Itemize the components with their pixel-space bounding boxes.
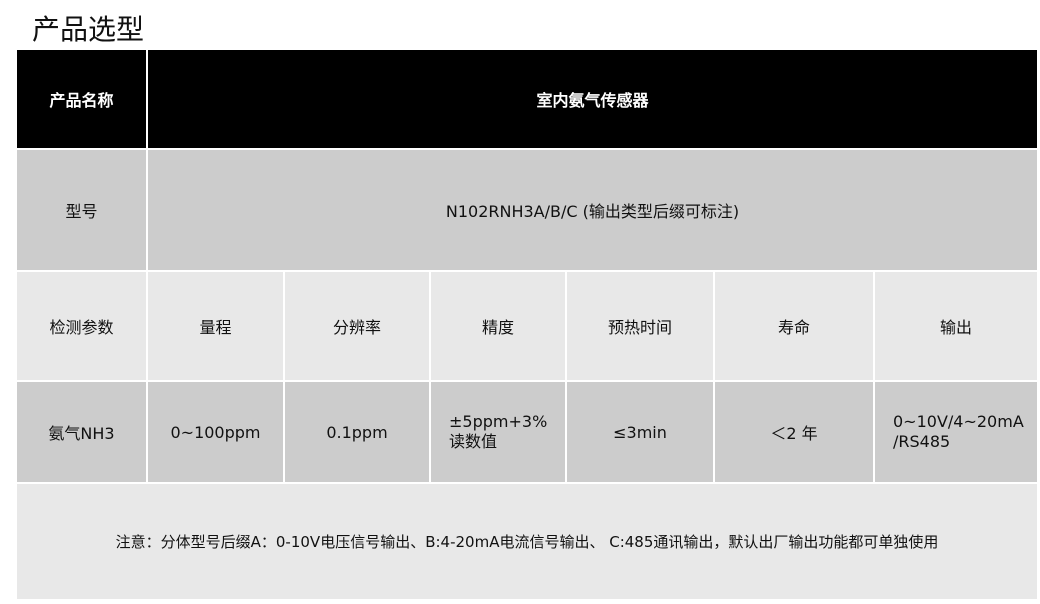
product-selection-table: 产品名称 室内氨气传感器 型号 N102RNH3A/B/C (输出类型后缀可标注… bbox=[14, 48, 1040, 601]
model-value: N102RNH3A/B/C (输出类型后缀可标注) bbox=[145, 148, 1040, 272]
model-label: 型号 bbox=[15, 148, 148, 272]
param-header-accuracy: 精度 bbox=[429, 270, 567, 382]
warmup-value: ≤3min bbox=[565, 380, 715, 484]
accuracy-line2: 读数值 bbox=[449, 432, 498, 451]
product-name-label: 产品名称 bbox=[15, 48, 148, 150]
page-title: 产品选型 bbox=[32, 13, 145, 46]
resolution-value: 0.1ppm bbox=[283, 380, 431, 484]
param-header-warmup: 预热时间 bbox=[565, 270, 715, 382]
output-value: 0~10V/4~20mA /RS485 bbox=[872, 380, 1040, 484]
table-row: 检测参数 量程 分辨率 精度 预热时间 寿命 输出 bbox=[15, 270, 1040, 382]
table-row: 氨气NH3 0~100ppm 0.1ppm ±5ppm+3% 读数值 ≤3min… bbox=[15, 380, 1040, 484]
param-header-life: 寿命 bbox=[713, 270, 875, 382]
gas-label: 氨气NH3 bbox=[15, 380, 148, 484]
range-value: 0~100ppm bbox=[146, 380, 285, 484]
param-header-output: 输出 bbox=[872, 270, 1040, 382]
params-label: 检测参数 bbox=[15, 270, 148, 382]
accuracy-value: ±5ppm+3% 读数值 bbox=[429, 380, 567, 484]
output-line2: /RS485 bbox=[893, 432, 951, 451]
product-name-value: 室内氨气传感器 bbox=[145, 48, 1040, 150]
accuracy-line1: ±5ppm+3% bbox=[449, 412, 548, 431]
life-value: ＜2 年 bbox=[713, 380, 875, 484]
table-row: 注意：分体型号后缀A：0-10V电压信号输出、B:4-20mA电流信号输出、 C… bbox=[14, 482, 1040, 601]
note-text: 注意：分体型号后缀A：0-10V电压信号输出、B:4-20mA电流信号输出、 C… bbox=[14, 482, 1040, 601]
param-header-resolution: 分辨率 bbox=[283, 270, 431, 382]
table-row: 型号 N102RNH3A/B/C (输出类型后缀可标注) bbox=[15, 148, 1040, 272]
param-header-range: 量程 bbox=[146, 270, 285, 382]
table-row: 产品名称 室内氨气传感器 bbox=[15, 48, 1040, 150]
output-line1: 0~10V/4~20mA bbox=[893, 412, 1024, 431]
